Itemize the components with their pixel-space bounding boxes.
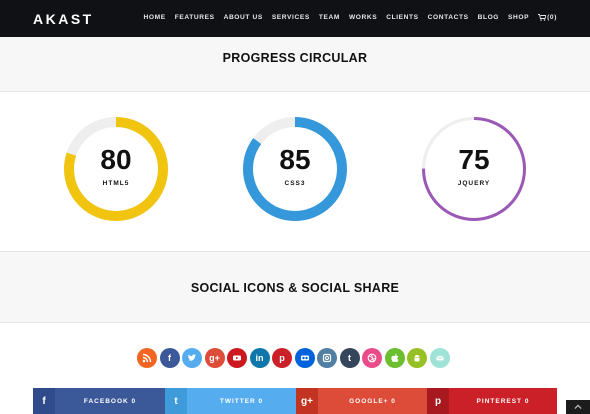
share-icon: t: [165, 388, 187, 414]
nav-item-works[interactable]: WORKS: [349, 14, 377, 21]
linkedin-icon[interactable]: in: [249, 348, 270, 368]
back-to-top-button[interactable]: [566, 400, 590, 414]
social-section-title: SOCIAL ICONS & SOCIAL SHARE: [190, 281, 400, 295]
share-button-twitter[interactable]: t TWITTER 0: [165, 388, 296, 414]
dribbble-icon[interactable]: [362, 348, 382, 368]
share-icon: f: [33, 388, 55, 414]
apple-icon[interactable]: [384, 348, 405, 368]
progress-label: JQUERY: [457, 180, 491, 187]
social-icons-row: f g+ in p t: [137, 348, 450, 368]
progress-circle-css3: 85 CSS3: [243, 117, 347, 221]
nav-item-team[interactable]: TEAM: [319, 14, 340, 21]
nav-item-contacts[interactable]: CONTACTS: [428, 14, 469, 21]
nav-item-services[interactable]: SERVICES: [272, 14, 310, 21]
progress-circle-jquery: 75 JQUERY: [422, 117, 526, 221]
progress-label: HTML5: [102, 180, 130, 187]
nav-item-blog[interactable]: BLOG: [478, 14, 499, 21]
progress-section-title: PROGRESS CIRCULAR: [222, 51, 368, 65]
email-icon[interactable]: [429, 348, 450, 368]
nav-item-clients[interactable]: CLIENTS: [386, 14, 418, 21]
instagram-icon[interactable]: [317, 348, 337, 368]
google-plus-icon[interactable]: g+: [204, 348, 225, 368]
progress-value: 85: [279, 144, 311, 175]
share-label: GOOGLE+ 0: [318, 388, 427, 414]
android-icon[interactable]: [407, 348, 427, 368]
rss-icon[interactable]: [137, 348, 157, 368]
site-logo[interactable]: AKAST: [33, 11, 94, 27]
cart-count: (0): [547, 14, 557, 21]
progress-value: 80: [100, 144, 132, 175]
tumblr-icon[interactable]: t: [339, 348, 360, 368]
share-button-google-plus[interactable]: g+ GOOGLE+ 0: [296, 388, 427, 414]
social-share-bar: f FACEBOOK 0 t TWITTER 0 g+ GOOGLE+ 0 p PINTERE…: [33, 388, 557, 414]
main-nav: HOME FEATURES ABOUT US SERVICES TEAM WOR…: [144, 14, 557, 21]
twitter-icon[interactable]: [182, 348, 202, 368]
nav-item-features[interactable]: FEATURES: [175, 14, 215, 21]
share-button-facebook[interactable]: f FACEBOOK 0: [33, 388, 165, 414]
nav-item-about-us[interactable]: ABOUT US: [224, 14, 263, 21]
share-icon: p: [427, 388, 449, 414]
pinterest-icon[interactable]: p: [272, 348, 292, 368]
progress-label: CSS3: [284, 180, 306, 187]
facebook-icon[interactable]: f: [159, 348, 180, 368]
progress-value: 75: [458, 144, 490, 175]
nav-item-home[interactable]: HOME: [144, 14, 166, 21]
flickr-icon[interactable]: [294, 348, 315, 368]
share-label: TWITTER 0: [187, 388, 296, 414]
nav-item-shop[interactable]: SHOP: [508, 14, 529, 21]
cart-icon: [538, 14, 547, 21]
share-label: PINTEREST 0: [449, 388, 557, 414]
share-button-pinterest[interactable]: p PINTEREST 0: [427, 388, 557, 414]
chevron-up-icon: [574, 404, 582, 410]
youtube-icon[interactable]: [227, 348, 247, 368]
share-label: FACEBOOK 0: [55, 388, 165, 414]
progress-circle-html5: 80 HTML5: [64, 117, 168, 221]
share-icon: g+: [296, 388, 318, 414]
cart-button[interactable]: (0): [538, 14, 557, 21]
top-navbar: AKAST HOME FEATURES ABOUT US SERVICES TE…: [0, 0, 590, 37]
